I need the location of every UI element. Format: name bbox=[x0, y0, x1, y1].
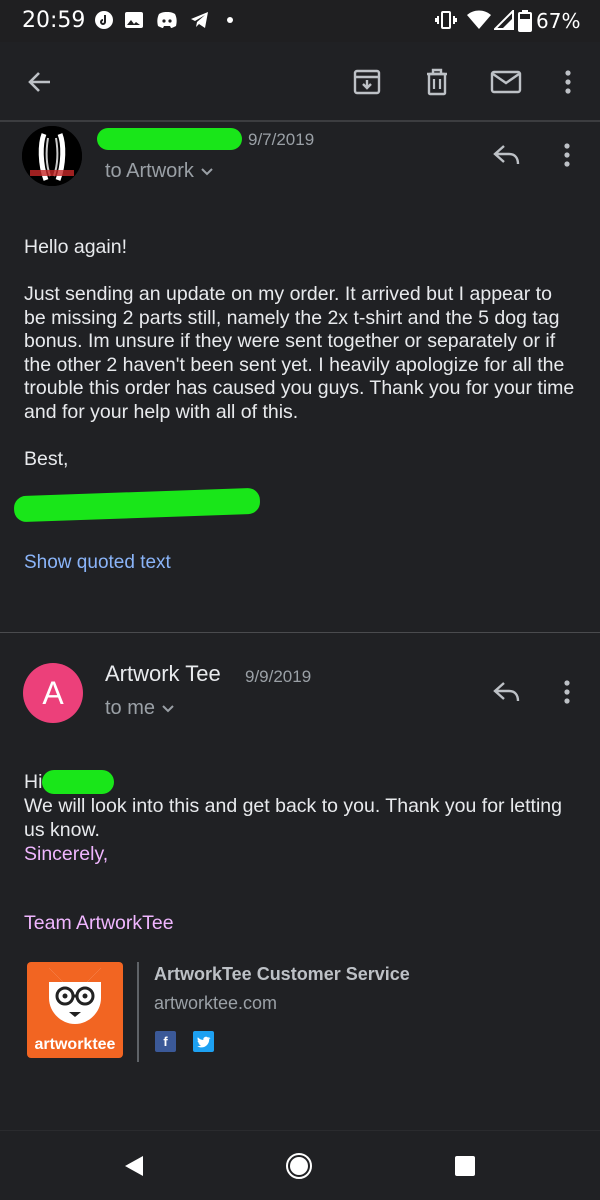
image-icon bbox=[124, 10, 144, 30]
signature-website[interactable]: artworktee.com bbox=[154, 993, 277, 1014]
reply-icon[interactable] bbox=[490, 675, 524, 709]
battery-icon bbox=[518, 10, 538, 32]
message-date: 9/7/2019 bbox=[248, 130, 315, 149]
more-vert-icon[interactable] bbox=[550, 675, 584, 709]
avatar[interactable]: A bbox=[23, 663, 83, 723]
message-date: 9/9/2019 bbox=[245, 667, 312, 686]
facebook-icon[interactable]: f bbox=[155, 1031, 176, 1052]
tiktok-icon bbox=[94, 10, 114, 30]
message-1: 9/7/2019 to Artwork Hello again! Just se… bbox=[0, 124, 600, 632]
discord-icon bbox=[156, 10, 177, 30]
team-name: Team ArtworkTee bbox=[24, 912, 174, 934]
mail-icon[interactable] bbox=[488, 64, 524, 100]
redacted-name bbox=[42, 770, 114, 794]
artworktee-logo: artworktee bbox=[27, 962, 123, 1058]
signature-name: ArtworkTee Customer Service bbox=[154, 964, 410, 984]
reply-icon[interactable] bbox=[490, 138, 524, 172]
dot-icon bbox=[225, 10, 245, 30]
signal-icon bbox=[492, 8, 514, 30]
sender-name: Artwork Tee bbox=[105, 661, 221, 686]
show-quoted-text-link[interactable]: Show quoted text bbox=[24, 552, 171, 574]
recipient-label: to me bbox=[105, 697, 156, 719]
avatar-letter: A bbox=[42, 674, 64, 711]
redacted-sender bbox=[97, 128, 242, 150]
status-time: 20:59 bbox=[22, 8, 86, 33]
back-arrow-icon[interactable] bbox=[22, 64, 58, 100]
redacted-signature bbox=[13, 487, 261, 523]
recipient-toggle[interactable]: to me bbox=[105, 697, 175, 720]
logo-text: artworktee bbox=[34, 1036, 116, 1053]
message-body: Hello again! Just sending an update on m… bbox=[24, 236, 575, 470]
chevron-down-icon bbox=[194, 160, 214, 182]
battery-percent: 67% bbox=[536, 9, 581, 33]
status-bar: 20:59 67% bbox=[0, 0, 600, 42]
telegram-icon bbox=[190, 10, 210, 30]
chevron-down-icon bbox=[155, 697, 175, 719]
vibrate-icon bbox=[435, 10, 457, 30]
navigation-bar bbox=[0, 1130, 600, 1200]
signature-divider bbox=[137, 962, 139, 1062]
wifi-icon bbox=[467, 10, 491, 30]
archive-icon[interactable] bbox=[349, 64, 385, 100]
reply-body: We will look into this and get back to y… bbox=[24, 795, 568, 841]
recipient-label: to Artwork bbox=[105, 160, 194, 182]
recipient-toggle[interactable]: to Artwork bbox=[105, 160, 214, 183]
delete-icon[interactable] bbox=[419, 64, 455, 100]
nav-home-icon[interactable] bbox=[282, 1149, 316, 1183]
twitter-icon[interactable] bbox=[193, 1031, 214, 1052]
avatar[interactable] bbox=[22, 126, 82, 186]
closing: Sincerely, bbox=[24, 843, 109, 865]
facebook-glyph: f bbox=[163, 1034, 168, 1049]
nav-recents-icon[interactable] bbox=[448, 1149, 482, 1183]
nav-back-icon[interactable] bbox=[117, 1149, 151, 1183]
toolbar bbox=[0, 42, 600, 122]
more-vert-icon[interactable] bbox=[550, 64, 586, 100]
more-vert-icon[interactable] bbox=[550, 138, 584, 172]
